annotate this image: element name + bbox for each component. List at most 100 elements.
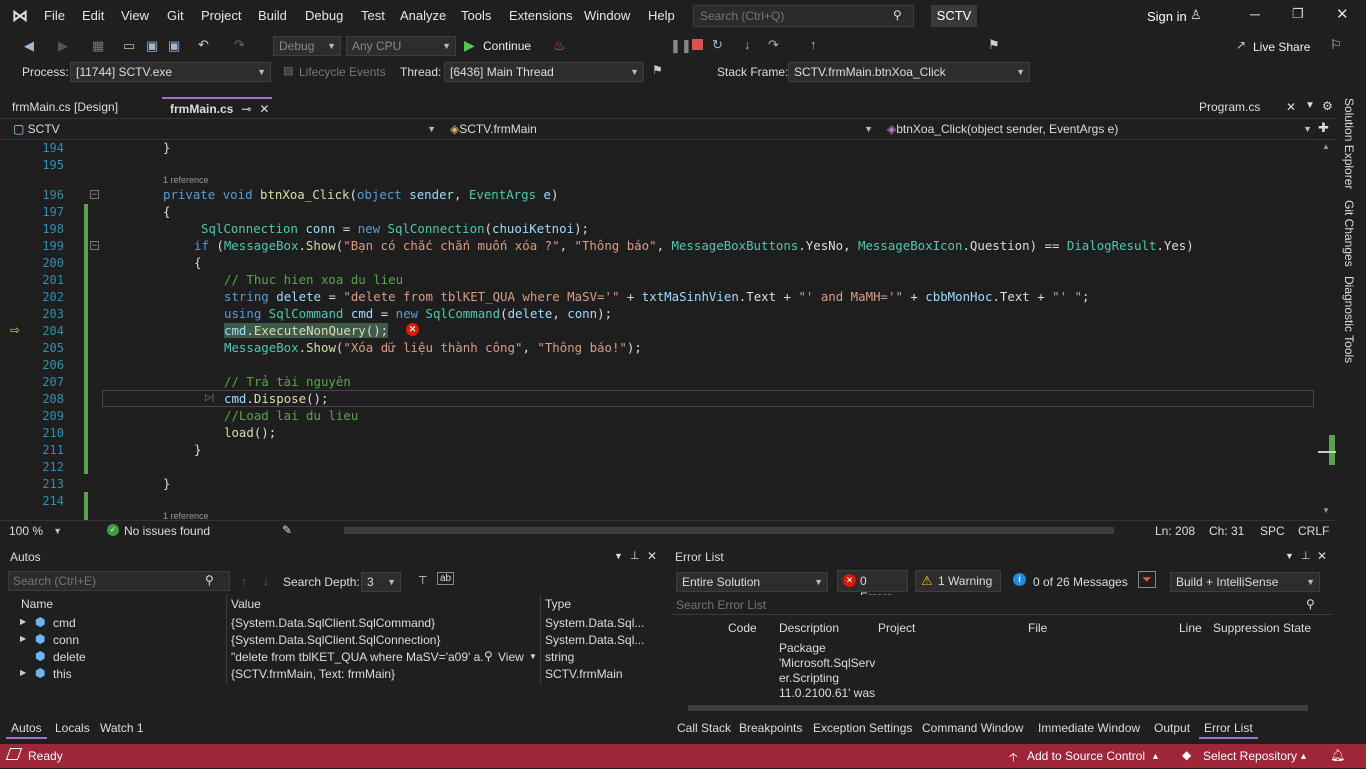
- column-header-suppression[interactable]: Suppression State: [1213, 621, 1311, 635]
- menu-tools[interactable]: Tools: [461, 8, 491, 23]
- expand-icon[interactable]: ▶: [20, 617, 26, 626]
- step-into-icon[interactable]: ↓: [744, 37, 751, 52]
- pin-panel-icon[interactable]: ⊥: [630, 549, 640, 562]
- filter-icon[interactable]: ⏷: [1138, 571, 1156, 588]
- menu-window[interactable]: Window: [584, 8, 630, 23]
- back-icon[interactable]: ◀: [24, 38, 34, 54]
- vs-logo-icon[interactable]: ⋈: [12, 6, 28, 26]
- view-dropdown-icon[interactable]: ▼: [529, 652, 537, 661]
- column-header-value[interactable]: Value: [231, 597, 261, 611]
- autos-search-input[interactable]: [8, 571, 230, 591]
- menu-file[interactable]: File: [44, 8, 65, 23]
- class-dropdown[interactable]: ◈SCTV.frmMain ▼: [445, 120, 877, 139]
- tab-error-list[interactable]: Error List: [1199, 719, 1258, 739]
- expand-icon[interactable]: ▶: [20, 634, 26, 643]
- tab-output[interactable]: Output: [1149, 719, 1195, 737]
- solution-explorer-tab[interactable]: Solution Explorer: [1342, 98, 1356, 189]
- messages-filter-button[interactable]: 0 of 26 Messages: [1033, 575, 1128, 589]
- tab-command-window[interactable]: Command Window: [917, 719, 1028, 737]
- add-source-control-button[interactable]: Add to Source Control: [1027, 749, 1145, 763]
- break-all-icon[interactable]: ❚❚: [670, 38, 692, 54]
- search-depth-dropdown[interactable]: 3 ▼: [361, 572, 401, 592]
- continue-button[interactable]: Continue: [483, 39, 531, 53]
- lifecycle-icon[interactable]: ▤: [283, 64, 293, 77]
- horizontal-scrollbar[interactable]: [344, 527, 1114, 534]
- run-to-click-icon[interactable]: ▷|: [205, 392, 214, 403]
- magnifier-icon[interactable]: ⚲: [484, 649, 493, 663]
- diagnostic-tools-tab[interactable]: Diagnostic Tools: [1342, 276, 1356, 363]
- select-repository-button[interactable]: Select Repository: [1203, 749, 1297, 763]
- chevron-up-icon[interactable]: ▲: [1299, 751, 1308, 761]
- variable-value[interactable]: {System.Data.SqlClient.SqlCommand}: [231, 616, 536, 630]
- stack-frame-dropdown[interactable]: SCTV.frmMain.btnXoa_Click ▼: [788, 62, 1030, 82]
- git-changes-tab[interactable]: Git Changes: [1342, 200, 1356, 267]
- variable-value[interactable]: {System.Data.SqlClient.SqlConnection}: [231, 633, 536, 647]
- tab-watch-1[interactable]: Watch 1: [95, 719, 149, 737]
- menu-test[interactable]: Test: [361, 8, 385, 23]
- menu-git[interactable]: Git: [167, 8, 184, 23]
- account-icon[interactable]: ♙: [1190, 7, 1202, 23]
- reference-count[interactable]: 1 reference: [163, 511, 209, 520]
- tab-locals[interactable]: Locals: [50, 719, 95, 737]
- flag-icon[interactable]: ⚑: [652, 63, 663, 77]
- chevron-up-icon[interactable]: ▲: [1151, 751, 1160, 761]
- pin-source-icon[interactable]: ⊤: [418, 574, 428, 587]
- forward-icon[interactable]: ▶: [58, 38, 68, 54]
- column-header-file[interactable]: File: [1028, 621, 1047, 635]
- menu-build[interactable]: Build: [258, 8, 287, 23]
- undo-icon[interactable]: ↶: [198, 37, 209, 53]
- column-header-line[interactable]: Line: [1179, 621, 1202, 635]
- hot-reload-icon[interactable]: ♨: [553, 37, 566, 54]
- step-out-icon[interactable]: ↑: [810, 37, 817, 52]
- new-project-icon[interactable]: ▦: [92, 38, 104, 54]
- collapse-icon[interactable]: −: [90, 190, 99, 199]
- platform-dropdown[interactable]: Any CPU ▼: [346, 36, 456, 56]
- split-icon[interactable]: ✚: [1318, 120, 1329, 136]
- tab-frmmain-cs[interactable]: frmMain.cs ⊸ ✕: [162, 97, 272, 118]
- search-icon[interactable]: ⚲: [1306, 597, 1315, 611]
- member-dropdown[interactable]: ◈btnXoa_Click(object sender, EventArgs e…: [882, 120, 1316, 139]
- sign-in-link[interactable]: Sign in: [1147, 9, 1187, 24]
- notifications-icon[interactable]: 🔔︎: [1330, 748, 1345, 762]
- close-tab-icon[interactable]: ✕: [259, 102, 269, 116]
- tab-dropdown-icon[interactable]: ▼: [1305, 100, 1315, 111]
- column-header-description[interactable]: Description: [779, 621, 839, 635]
- tab-breakpoints[interactable]: Breakpoints: [734, 719, 807, 737]
- redo-icon[interactable]: ↷: [234, 37, 245, 53]
- search-up-icon[interactable]: ↑: [241, 574, 247, 588]
- errors-filter-button[interactable]: ✕0 Errors: [837, 570, 908, 604]
- variable-value[interactable]: {SCTV.frmMain, Text: frmMain}: [231, 667, 536, 681]
- hex-display-icon[interactable]: ab: [437, 572, 455, 585]
- brush-icon[interactable]: ✎: [282, 523, 292, 537]
- save-all-icon[interactable]: ▣: [168, 38, 180, 54]
- open-folder-icon[interactable]: ▭: [123, 38, 135, 54]
- live-share-button[interactable]: Live Share: [1253, 40, 1310, 54]
- bookmark-icon[interactable]: ⚑: [988, 37, 1000, 53]
- zoom-dropdown[interactable]: 100 % ▼: [4, 522, 66, 540]
- settings-icon[interactable]: ⚙: [1322, 99, 1333, 113]
- minimize-icon[interactable]: ─: [1250, 6, 1260, 22]
- scope-dropdown[interactable]: Entire Solution ▼: [676, 572, 828, 592]
- menu-debug[interactable]: Debug: [305, 8, 343, 23]
- stop-icon[interactable]: [692, 39, 703, 50]
- search-input[interactable]: [693, 5, 914, 27]
- error-list-hscrollbar[interactable]: [688, 705, 1308, 711]
- whitespace-status[interactable]: SPC: [1260, 524, 1285, 538]
- issues-status[interactable]: No issues found: [124, 524, 210, 538]
- panel-menu-icon[interactable]: ▼: [614, 551, 623, 561]
- editor-vertical-scrollbar[interactable]: ▲ ▼: [1318, 140, 1336, 520]
- tab-autos[interactable]: Autos: [6, 719, 47, 739]
- menu-extensions[interactable]: Extensions: [509, 8, 573, 23]
- pin-icon[interactable]: ⊸: [241, 102, 251, 116]
- close-panel-icon[interactable]: ✕: [1317, 549, 1327, 563]
- column-header-name[interactable]: Name: [21, 597, 53, 611]
- menu-help[interactable]: Help: [648, 8, 675, 23]
- tab-immediate-window[interactable]: Immediate Window: [1033, 719, 1145, 737]
- thread-dropdown[interactable]: [6436] Main Thread ▼: [444, 62, 644, 82]
- tab-program-cs[interactable]: Program.cs: [1191, 97, 1268, 118]
- config-dropdown[interactable]: Debug ▼: [273, 36, 341, 56]
- pin-panel-icon[interactable]: ⊥: [1301, 549, 1311, 562]
- column-header-type[interactable]: Type: [545, 597, 571, 611]
- column-header-code[interactable]: Code: [728, 621, 757, 635]
- lifecycle-events-button[interactable]: Lifecycle Events: [299, 65, 386, 79]
